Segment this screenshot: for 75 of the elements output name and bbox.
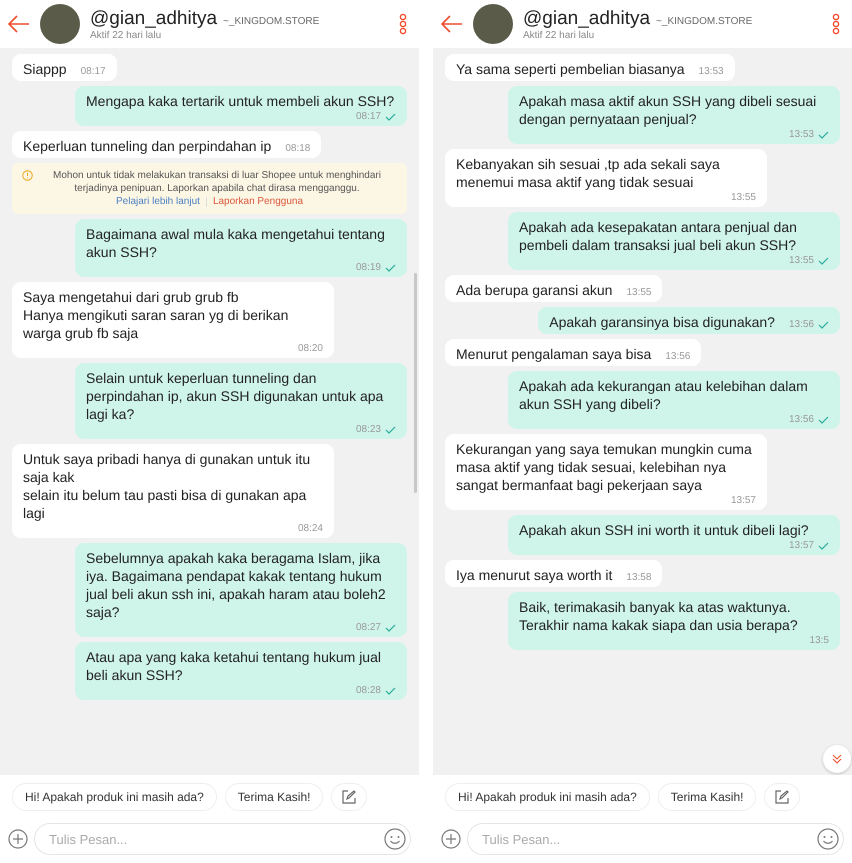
quick-reply-chip[interactable]: Terima Kasih! [658,783,756,811]
message-text: Kekurangan yang saya temukan mungkin cuma masa aktif yang tidak sesuai, kelebihan nya sangat bermanfaat bagi pekerjaan saya [456,440,753,494]
edit-quick-replies-button[interactable] [764,783,800,811]
last-active-status: Aktif 22 hari lalu [523,30,596,40]
message-field[interactable]: Tulis Pesan... [34,823,411,855]
message-time: 08:18 [285,142,310,155]
message-text: Kebanyakan sih sesuai ,tp ada sekali saya menemui masa aktif yang tidak sesuai [456,155,721,191]
message-text: Apakah akun SSH ini worth it untuk dibeli lagi? [519,521,809,539]
back-arrow-icon[interactable] [8,15,30,33]
shop-name: ~_KINGDOM.STORE [656,16,752,26]
message-time: 13:53 [698,65,724,78]
message-text: Siappp [23,60,67,78]
message-text: Mengapa kaka tertarik untuk membeli akun SSH? [86,92,394,110]
message-time: 08:24 [298,522,323,535]
message-text: Saya mengetahui dari grub grub fb Hanya mengikuti saran saran yg di berikan warga grub fb saja [23,288,290,342]
quick-reply-chip[interactable]: Hi! Apakah produk ini masih ada? [12,783,217,811]
message-text: Apakah masa aktif akun SSH yang dibeli sesuai dengan pernyataan penjual? [519,92,818,128]
message-text: Apakah ada kekurangan atau kelebihan dalam akun SSH yang dibeli? [519,377,809,413]
message-time: 13:57 [788,539,814,552]
message-time: 08:23 [356,423,381,436]
shop-name: ~_KINGDOM.STORE [223,16,320,26]
message-text: Apakah ada kesepakatan antara penjual dan pembeli dalam transaksi jual beli akun SSH? [519,218,798,254]
message-time: 08:17 [80,65,106,78]
message-field[interactable]: Tulis Pesan... [467,823,844,855]
message-time: 08:20 [298,342,323,355]
double-chevron-down-icon [831,753,843,765]
message-time: 13:5 [810,634,829,647]
add-icon[interactable] [441,829,461,849]
message-time: 13:55 [730,191,756,204]
warning-icon [22,170,33,181]
message-text: Bagaimana awal mula kaka mengetahui tentang akun SSH? [86,225,386,261]
scrollbar[interactable] [414,273,417,493]
message-text: Atau apa yang kaka ketahui tentang hukum jual beli akun SSH? [86,648,382,684]
message-time: 13:55 [788,254,814,267]
avatar [473,4,513,44]
message-text: Ya sama seperti pembelian biasanya [456,60,685,78]
username: @gian_adhitya [523,8,650,30]
message-time: 08:17 [356,110,381,123]
message-time: 13:53 [788,128,814,141]
avatar [40,4,80,44]
notice-text: Mohon untuk tidak melakukan transaksi di luar Shopee untuk menghindari terjadinya penipuan. Laporkan apabila chat dirasa mengganggu. [52,169,382,195]
message-time: 13:56 [788,318,814,331]
edit-icon [342,790,356,804]
message-text: Menurut pengalaman saya bisa [456,345,652,363]
notice-link[interactable]: Pelajari lebih lanjut [116,195,200,208]
quick-reply-chip[interactable]: Hi! Apakah produk ini masih ada? [445,783,650,811]
edit-icon [775,790,790,804]
message-time: 13:56 [788,413,814,426]
message-time: 13:56 [665,350,690,363]
message-time: 13:57 [730,494,756,507]
message-text: Selain untuk keperluan tunneling dan perpindahan ip, akun SSH digunakan untuk apa lagi ka? [86,369,384,423]
edit-quick-replies-button[interactable] [331,783,368,811]
message-text: Sebelumnya apakah kaka beragama Islam, jika iya. Bagaimana pendapat kakak tentang hukum jual beli akun ssh ini, apakah haram atau boleh2 saja? [86,549,387,621]
scroll-down-button[interactable] [823,745,851,773]
message-text: Untuk saya pribadi hanya di gunakan untuk itu saja kak selain itu belum tau pasti bisa di gunakan apa lagi [23,450,312,522]
message-time: 13:55 [626,286,652,299]
message-text: Ada berupa garansi akun [456,281,612,299]
emoji-icon[interactable] [384,828,406,850]
last-active-status: Aktif 22 hari lalu [90,30,162,40]
back-arrow-icon[interactable] [441,15,463,33]
quick-reply-chip[interactable]: Terima Kasih! [224,783,324,811]
message-time: 08:19 [356,261,381,274]
more-options-icon[interactable] [832,13,840,35]
message-time: 13:58 [626,571,652,584]
more-options-icon[interactable] [399,13,407,35]
emoji-icon[interactable] [817,828,839,850]
message-time: 08:28 [356,684,381,697]
message-text: Apakah garansinya bisa digunakan? [549,313,775,331]
message-text: Iya menurut saya worth it [456,566,612,584]
username: @gian_adhitya [90,8,218,30]
message-text: Keperluan tunneling dan perpindahan ip [23,137,272,155]
message-text: Baik, terimakasih banyak ka atas waktunya. Terakhir nama kakak siapa dan usia berapa? [519,598,798,634]
add-icon[interactable] [8,829,28,849]
message-time: 08:27 [356,621,381,634]
notice-link[interactable]: Laporkan Pengguna [212,195,304,208]
